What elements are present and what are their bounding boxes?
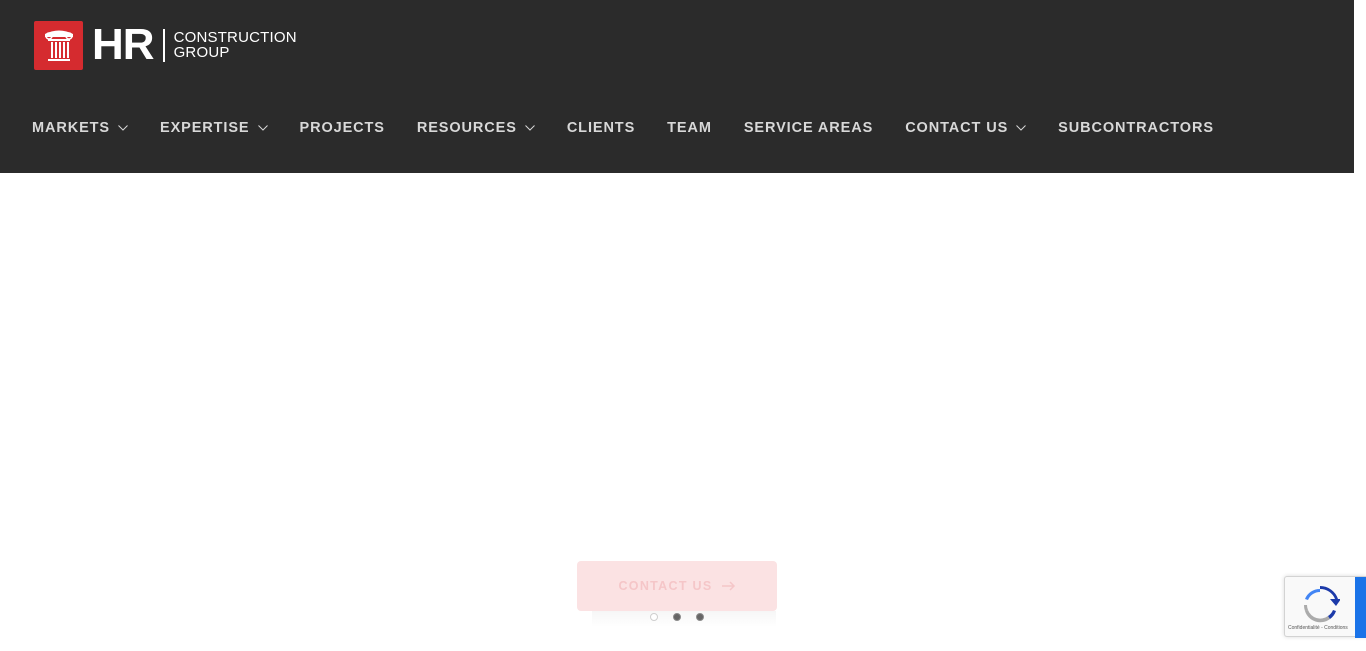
- nav-item-resources[interactable]: RESOURCES: [417, 120, 535, 136]
- nav-item-label: CONTACT US: [905, 120, 1009, 136]
- nav-item-expertise[interactable]: EXPERTISE: [160, 120, 268, 136]
- nav-item-markets[interactable]: MARKETS: [32, 120, 128, 136]
- nav-item-projects[interactable]: PROJECTS: [300, 120, 385, 136]
- chevron-down-icon: [1016, 125, 1027, 131]
- logo-subtitle: CONSTRUCTION GROUP: [174, 30, 297, 60]
- contact-us-button[interactable]: CONTACT US: [577, 561, 777, 611]
- column-logo-icon: [34, 20, 83, 70]
- nav-item-contact-us[interactable]: CONTACT US: [905, 120, 1027, 136]
- recaptcha-badge[interactable]: Confidentialité - Conditions: [1284, 576, 1366, 638]
- slider-dot-3[interactable]: [696, 612, 704, 621]
- nav-item-label: TEAM: [667, 120, 712, 136]
- slider-dot-2[interactable]: [673, 612, 681, 621]
- logo-divider: [162, 28, 165, 62]
- slider-pagination: [650, 612, 704, 621]
- logo-hr-text: HR: [92, 20, 155, 69]
- recaptcha-tab: [1355, 577, 1366, 638]
- nav-item-subcontractors[interactable]: SUBCONTRACTORS: [1058, 120, 1214, 136]
- nav-item-label: PROJECTS: [299, 120, 385, 136]
- arrow-right-icon: [721, 581, 735, 591]
- recaptcha-icon: [1303, 586, 1340, 623]
- slider-dot-1[interactable]: [650, 612, 658, 621]
- main-navigation: MARKETS EXPERTISE PROJECTS RESOURCES CLI…: [32, 118, 1214, 138]
- nav-item-label: EXPERTISE: [160, 120, 250, 136]
- nav-item-label: SUBCONTRACTORS: [1058, 120, 1214, 136]
- page-scrollbar[interactable]: [1354, 0, 1366, 651]
- nav-item-clients[interactable]: CLIENTS: [567, 120, 635, 136]
- site-logo[interactable]: HR CONSTRUCTION GROUP: [34, 20, 297, 70]
- nav-item-label: SERVICE AREAS: [743, 120, 874, 136]
- chevron-down-icon: [257, 125, 268, 131]
- nav-item-team[interactable]: TEAM: [667, 120, 712, 136]
- logo-line-group: GROUP: [173, 44, 230, 61]
- nav-item-label: MARKETS: [32, 120, 110, 136]
- recaptcha-links[interactable]: Confidentialité - Conditions: [1288, 625, 1348, 631]
- chevron-down-icon: [118, 125, 128, 131]
- nav-item-service-areas[interactable]: SERVICE AREAS: [744, 120, 873, 136]
- cta-label: CONTACT US: [618, 579, 713, 593]
- nav-item-label: CLIENTS: [566, 120, 636, 136]
- nav-item-label: RESOURCES: [416, 120, 517, 136]
- site-header: HR CONSTRUCTION GROUP MARKETS EXPERTISE …: [0, 0, 1354, 173]
- chevron-down-icon: [524, 125, 535, 131]
